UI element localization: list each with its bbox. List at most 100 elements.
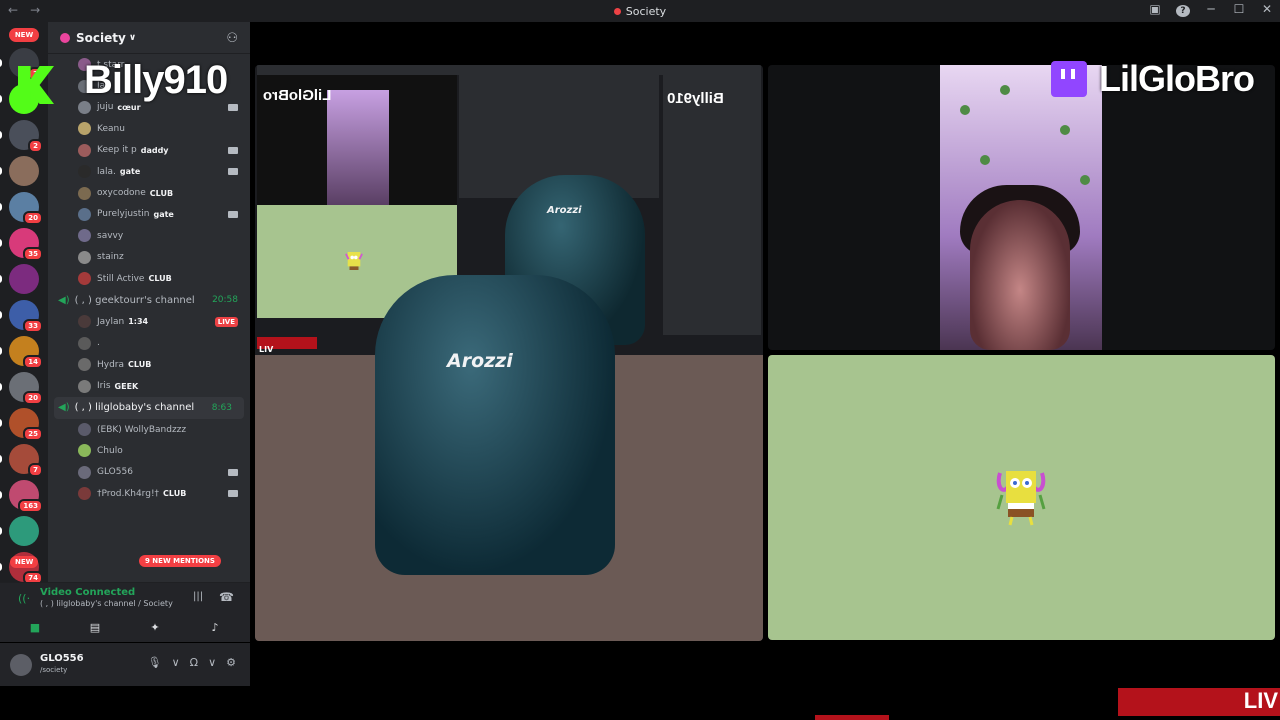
green-screen-tile[interactable] (768, 355, 1275, 640)
camera-tile[interactable] (768, 65, 1275, 350)
minimize-button[interactable]: ─ (1204, 2, 1218, 17)
chevron-down-icon[interactable]: ∨ (172, 656, 180, 669)
window-controls: ▣ ? ─ ☐ ✕ (1148, 2, 1274, 17)
soundboard-button[interactable]: ♪ (188, 617, 242, 637)
window-title-text: Society (625, 4, 667, 18)
unread-badge: 20 (23, 391, 43, 405)
signal-icon: ((· (18, 592, 31, 605)
voice-user-row[interactable]: Keanu (48, 118, 250, 139)
vine-leaf (1000, 85, 1010, 95)
unread-badge: 2 (28, 139, 43, 153)
server-icon[interactable]: 163 (0, 480, 43, 513)
user-name: (EBK) WollyBandzzz (97, 424, 187, 435)
avatar (78, 358, 91, 372)
window-title: Society (0, 5, 1280, 18)
user-status: /society (40, 666, 68, 674)
avatar (78, 379, 91, 393)
voice-location[interactable]: ( , ) lilglobaby's channel / Society (40, 599, 173, 608)
voice-user-row[interactable]: . (48, 333, 250, 354)
voice-user-row[interactable]: (EBK) WollyBandzzz (48, 419, 250, 440)
voice-status[interactable]: Video Connected (40, 587, 135, 598)
inbox-icon[interactable]: ▣ (1148, 2, 1162, 17)
server-rail: NEW 222035331420257163746 (0, 22, 48, 582)
gaming-chair (375, 275, 615, 575)
disconnect-icon[interactable]: ☎ (219, 590, 234, 604)
gear-icon[interactable]: ⚙ (226, 656, 236, 669)
avatar (78, 487, 91, 501)
activities-button[interactable]: ✦ (128, 617, 182, 637)
voice-user-row[interactable]: Purelyjustin gate (48, 204, 250, 225)
microphone-icon[interactable]: 🎙︎ (148, 656, 162, 669)
camera-button[interactable]: ■ (8, 617, 62, 637)
streamer-name-left: Billy910 (84, 58, 228, 102)
avatar (78, 423, 91, 437)
unread-pill (0, 131, 2, 139)
username[interactable]: GLO556 (40, 653, 84, 664)
user-name: Keanu (97, 123, 125, 134)
server-icon[interactable]: 35 (0, 228, 43, 261)
new-mentions-button[interactable]: 9 NEW MENTIONS (139, 555, 221, 567)
server-icon[interactable] (0, 156, 39, 186)
unread-pill (0, 167, 2, 175)
channel-name: ( , ) geektourr's channel (74, 294, 195, 306)
user-name: stainz (97, 252, 124, 263)
user-tag: gate (119, 167, 141, 177)
server-icon[interactable]: 20 (0, 192, 43, 225)
maximize-button[interactable]: ☐ (1232, 2, 1246, 17)
help-icon[interactable]: ? (1176, 2, 1190, 17)
voice-user-row[interactable]: GLO556 (48, 462, 250, 483)
user-name: Chulo (97, 445, 123, 456)
voice-user-row[interactable]: Hydra CLUB (48, 354, 250, 375)
screen-share-button[interactable]: ▤ (68, 617, 122, 637)
guild-header[interactable]: Society ∨ ⚇ (48, 22, 250, 54)
voice-user-row[interactable]: Keep it p daddy (48, 140, 250, 161)
headphones-icon[interactable]: Ω (190, 656, 198, 669)
speaker-icon: ◀) (58, 294, 70, 306)
red-accent-bar (815, 715, 889, 720)
voice-user-row[interactable]: lala. gate (48, 161, 250, 182)
server-icon[interactable] (0, 516, 39, 546)
nested-titlebar (257, 65, 761, 75)
person-face (970, 200, 1070, 350)
screen-share-tile[interactable]: Arozzi Arozzi LilGloBro Billy910 LIV (255, 65, 763, 641)
unread-pill (0, 347, 2, 355)
voice-user-row[interactable]: oxycodone CLUB (48, 182, 250, 203)
user-tag: daddy (140, 145, 169, 155)
user-tag: cœur (117, 102, 141, 112)
voice-user-row[interactable]: savvy (48, 225, 250, 246)
camera-icon (228, 210, 238, 218)
server-icon[interactable]: 7 (0, 444, 43, 477)
unread-badge: 7 (28, 463, 43, 477)
avatar[interactable] (10, 654, 32, 676)
voice-user-row[interactable]: Jaylan 1:34 LIVE (48, 311, 250, 332)
voice-channel-lilglobaby[interactable]: ◀) ( , ) lilglobaby's channel 8:63 (54, 396, 244, 419)
chevron-down-icon[interactable]: ∨ (208, 656, 216, 669)
noise-suppression-icon[interactable]: ||| (193, 591, 203, 602)
chevron-down-icon: ∨ (128, 32, 137, 43)
server-icon[interactable]: 25 (0, 408, 43, 441)
invite-icon[interactable]: ⚇ (226, 31, 238, 46)
mirrored-name-left: LilGloBro (263, 87, 332, 104)
server-icon[interactable]: 2 (0, 120, 43, 153)
voice-user-row[interactable]: †Prod.Kh4rg!† CLUB (48, 483, 250, 504)
title-bar: ← → Society ▣ ? ─ ☐ ✕ (0, 0, 1280, 22)
new-pill-top[interactable]: NEW (9, 28, 39, 42)
channel-sidebar: Society ∨ ⚇ t starr Ian juju cœur Keanu Keep … (48, 22, 250, 582)
voice-user-row[interactable]: Iris GEEK (48, 375, 250, 396)
voice-user-row[interactable]: Chulo (48, 440, 250, 461)
nested-sidebar (663, 75, 761, 335)
voice-user-row[interactable]: Still Active CLUB (48, 268, 250, 289)
voice-channel-geektourr[interactable]: ◀) ( , ) geektourr's channel 20:58 (48, 289, 250, 311)
user-name: . (97, 338, 100, 349)
server-icon[interactable]: 14 (0, 336, 43, 369)
close-button[interactable]: ✕ (1260, 2, 1274, 17)
new-pill-bottom[interactable]: NEW (10, 556, 39, 568)
user-name: Purelyjustin (97, 209, 150, 220)
voice-user-row[interactable]: stainz (48, 247, 250, 268)
server-icon[interactable]: 33 (0, 300, 43, 333)
user-name: Still Active (97, 273, 145, 284)
vine-leaf (960, 105, 970, 115)
server-icon[interactable]: 20 (0, 372, 43, 405)
server-icon[interactable] (0, 264, 39, 294)
user-name: Iris (97, 381, 111, 392)
